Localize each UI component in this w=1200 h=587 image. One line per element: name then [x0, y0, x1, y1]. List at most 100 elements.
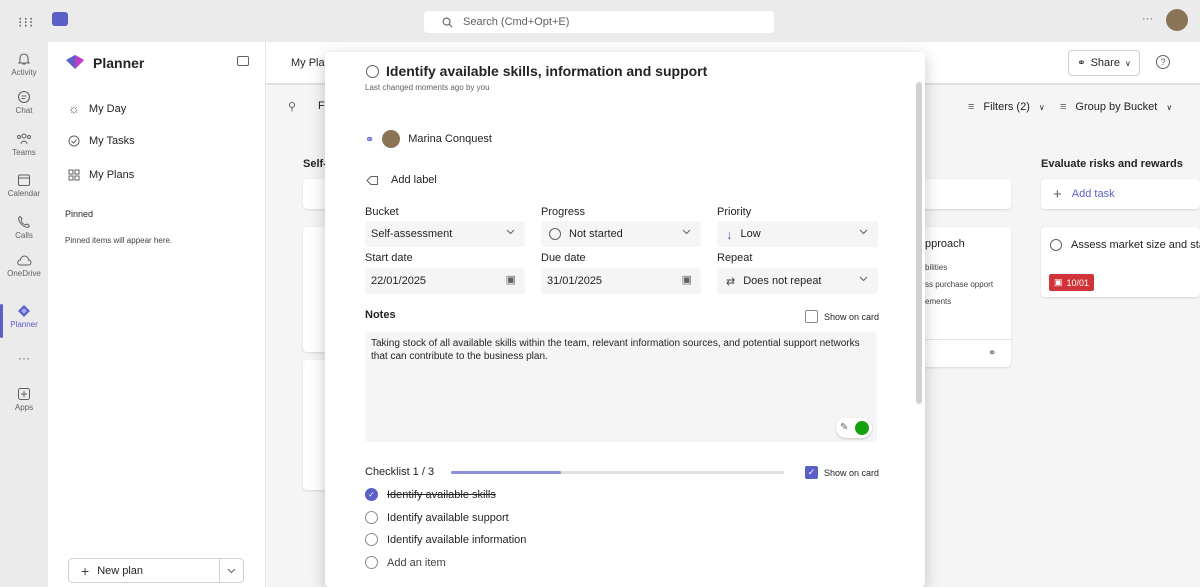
checklist-line: ss purchase opport [925, 280, 994, 289]
plus-icon: + [1053, 185, 1062, 203]
add-checklist-item[interactable]: Add an item [365, 556, 446, 569]
tab-my-plans[interactable]: My Pla [291, 57, 325, 69]
search-input[interactable]: Search (Cmd+Opt+E) [424, 11, 774, 33]
nav-item-label: My Tasks [89, 135, 135, 147]
show-on-card-label: Show on card [824, 311, 880, 322]
phone-icon [17, 215, 31, 229]
priority-label: Priority [717, 206, 752, 218]
dialog-title-row: Identify available skills, information a… [366, 63, 707, 79]
task-complete-circle[interactable] [366, 64, 379, 78]
due-date-badge: ▣ 10/01 [1049, 274, 1095, 291]
rail-calls[interactable]: Calls [0, 215, 48, 240]
checklist-item[interactable]: Identify available support [365, 511, 509, 524]
rail-teams[interactable]: Teams [0, 132, 48, 157]
checklist-label: Checklist 1 / 3 [365, 466, 435, 478]
help-icon[interactable]: ? [1156, 55, 1170, 69]
repeat-select[interactable]: ⇄ Does not repeat [717, 268, 878, 294]
add-label-button[interactable]: Add label [366, 174, 437, 186]
notes-show-on-card[interactable]: Show on card [805, 310, 879, 323]
search-placeholder: Search (Cmd+Opt+E) [463, 16, 570, 28]
notes-textarea[interactable]: Taking stock of all available skills wit… [365, 332, 877, 442]
task-title: Assess market size and stab [1071, 239, 1200, 251]
notes-text: Taking stock of all available skills wit… [371, 338, 860, 362]
dialog-title[interactable]: Identify available skills, information a… [386, 63, 707, 79]
show-on-card-checkbox[interactable] [805, 310, 818, 323]
assignee-avatar[interactable] [382, 130, 401, 148]
tasks-icon [68, 135, 80, 147]
board-search-icon[interactable]: ⚲ [288, 100, 296, 113]
assign-icon[interactable]: ⚭ [988, 348, 996, 359]
rail-calendar[interactable]: Calendar [0, 173, 48, 198]
new-plan-button[interactable]: + New plan [68, 558, 244, 583]
checklist-item[interactable]: Identify available information [365, 533, 526, 546]
rail-apps[interactable]: Apps [0, 387, 48, 412]
nav-item-label: My Plans [89, 169, 135, 181]
show-on-card-checked-checkbox[interactable]: ✓ [805, 466, 818, 479]
planner-icon [18, 305, 30, 317]
nav-item-my-plans[interactable]: My Plans [68, 169, 134, 181]
calendar-icon: ▣ [1054, 277, 1063, 287]
chevron-down-icon[interactable] [227, 568, 236, 574]
collapse-nav-icon[interactable] [237, 56, 249, 66]
priority-value: Low [740, 228, 761, 240]
assignee-name[interactable]: Marina Conquest [408, 133, 492, 145]
checklist-progress-fill [451, 471, 561, 474]
checklist-show-on-card[interactable]: ✓ Show on card [805, 466, 879, 479]
bucket-select[interactable]: Self-assessment [365, 221, 525, 247]
rail-label: Apps [14, 403, 34, 412]
user-avatar[interactable] [1166, 9, 1188, 31]
calendar-icon[interactable]: ▣ [682, 273, 692, 286]
more-options-button[interactable]: ··· [1142, 13, 1153, 25]
rail-planner[interactable]: Planner [0, 304, 48, 338]
rail-label: OneDrive [7, 269, 41, 278]
rail-activity[interactable]: Activity [0, 52, 48, 77]
rail-more[interactable]: ··· [0, 351, 48, 365]
task-card-approach[interactable]: pproach bilities ss purchase opport emen… [918, 227, 1011, 367]
priority-select[interactable]: ↓ Low [717, 221, 878, 247]
checked-circle-icon[interactable]: ✓ [365, 488, 378, 501]
filters-button[interactable]: ≡ Filters (2) ∨ [968, 101, 1045, 113]
assign-icon[interactable]: ⚭ [365, 133, 374, 146]
rail-onedrive[interactable]: OneDrive [0, 255, 48, 278]
task-card-assess-market[interactable]: Assess market size and stab ▣ 10/01 [1041, 227, 1200, 297]
rail-label: Planner [10, 320, 38, 329]
nav-item-my-tasks[interactable]: My Tasks [68, 135, 135, 147]
rail-chat[interactable]: Chat [0, 90, 48, 115]
due-date-value: 31/01/2025 [547, 275, 603, 287]
last-changed-text: Last changed moments ago by you [365, 83, 490, 92]
rail-label: Teams [12, 148, 36, 157]
board-search-partial: F [318, 100, 325, 112]
unchecked-circle-icon[interactable] [365, 511, 378, 524]
share-button[interactable]: ⚭ Share ∨ [1068, 50, 1140, 76]
start-date-input[interactable]: 22/01/2025 ▣ [365, 268, 525, 294]
due-date-input[interactable]: 31/01/2025 ▣ [541, 268, 701, 294]
repeat-value: Does not repeat [743, 275, 822, 287]
progress-label: Progress [541, 206, 586, 218]
add-task-card-partial[interactable] [918, 179, 1011, 209]
progress-select[interactable]: Not started [541, 221, 701, 247]
teams-icon [17, 133, 31, 145]
rail-label: Chat [15, 106, 33, 115]
group-by-button[interactable]: ≡ Group by Bucket ∨ [1060, 101, 1172, 113]
progress-value: Not started [569, 228, 623, 240]
unchecked-circle-icon[interactable] [365, 533, 378, 546]
chat-icon [17, 90, 31, 104]
checklist-item[interactable]: ✓ Identify available skills [365, 488, 496, 501]
chevron-down-icon [506, 229, 515, 235]
share-people-icon: ⚭ [1077, 57, 1086, 69]
add-task-button[interactable]: + Add task [1041, 179, 1200, 209]
filter-area: ⚲ F [266, 88, 326, 118]
show-on-card-label: Show on card [824, 467, 880, 478]
bucket-label: Bucket [365, 206, 399, 218]
app-launcher-icon[interactable]: ⁝⁝⁝ [18, 14, 34, 31]
nav-item-my-day[interactable]: ☼ My Day [68, 101, 126, 116]
tag-icon [366, 175, 378, 185]
bucket-title-evaluate: Evaluate risks and rewards [1041, 158, 1183, 170]
search-icon [442, 17, 453, 27]
copilot-toggle[interactable]: ✎ [836, 418, 872, 438]
calendar-icon[interactable]: ▣ [506, 273, 516, 286]
pen-icon: ✎ [840, 422, 849, 433]
dialog-scrollbar[interactable] [916, 82, 922, 404]
group-by-label: Group by Bucket [1075, 101, 1158, 113]
task-complete-circle[interactable] [1050, 239, 1062, 251]
